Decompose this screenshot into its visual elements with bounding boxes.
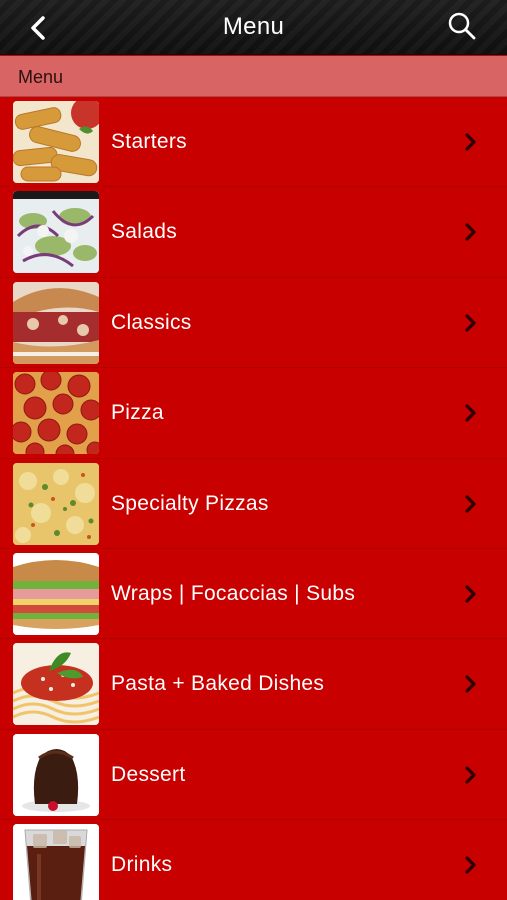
- drinks-thumbnail: [13, 824, 99, 900]
- menu-item-specialty-pizzas[interactable]: Specialty Pizzas: [0, 458, 507, 549]
- menu-item-label: Wraps | Focaccias | Subs: [111, 581, 356, 605]
- chevron-right-icon: [463, 585, 477, 603]
- chevron-right-icon: [463, 404, 477, 422]
- menu-item-starters[interactable]: Starters: [0, 97, 507, 188]
- menu-item-label: Starters: [111, 130, 187, 153]
- menu-item-classics[interactable]: Classics: [0, 277, 507, 369]
- menu-item-pasta-baked-dishes[interactable]: Pasta + Baked Dishes: [0, 639, 507, 730]
- section-header-label: Menu: [18, 67, 64, 87]
- specialty-pizzas-thumbnail: [13, 462, 99, 545]
- menu-item-label: Salads: [111, 220, 178, 244]
- menu-item-label: Dessert: [111, 762, 186, 786]
- menu-item-label: Specialty Pizzas: [111, 491, 269, 515]
- classics-thumbnail: [13, 281, 99, 364]
- menu-item-pizza[interactable]: Pizza: [0, 368, 507, 459]
- section-header: Menu: [0, 56, 507, 97]
- chevron-right-icon: [463, 766, 477, 784]
- menu-category-list: Starters Salads Classics Pizza Specialty…: [0, 97, 507, 900]
- chevron-right-icon: [463, 223, 477, 241]
- menu-item-dessert[interactable]: Dessert: [0, 729, 507, 821]
- page-title: Menu: [222, 13, 285, 40]
- menu-item-label: Drinks: [111, 853, 173, 877]
- wraps-focaccias-subs-thumbnail: [13, 552, 99, 635]
- salads-thumbnail: [13, 191, 99, 274]
- chevron-right-icon: [463, 133, 477, 151]
- dessert-thumbnail: [13, 733, 99, 816]
- chevron-right-icon: [463, 494, 477, 513]
- search-icon: [448, 12, 476, 40]
- starters-thumbnail: [13, 101, 99, 183]
- chevron-right-icon: [463, 314, 477, 332]
- pizza-thumbnail: [13, 372, 99, 455]
- chevron-right-icon: [463, 856, 477, 874]
- top-navigation-bar: Menu: [0, 0, 507, 55]
- menu-item-wraps-focaccias-subs[interactable]: Wraps | Focaccias | Subs: [0, 548, 507, 640]
- menu-item-label: Classics: [111, 310, 192, 334]
- pasta-baked-dishes-thumbnail: [13, 643, 99, 726]
- menu-item-drinks[interactable]: Drinks: [0, 820, 507, 900]
- search-button[interactable]: [447, 11, 479, 43]
- chevron-right-icon: [463, 675, 477, 693]
- menu-item-label: Pizza: [111, 401, 164, 425]
- menu-item-label: Pasta + Baked Dishes: [111, 672, 325, 696]
- menu-item-salads[interactable]: Salads: [0, 187, 507, 278]
